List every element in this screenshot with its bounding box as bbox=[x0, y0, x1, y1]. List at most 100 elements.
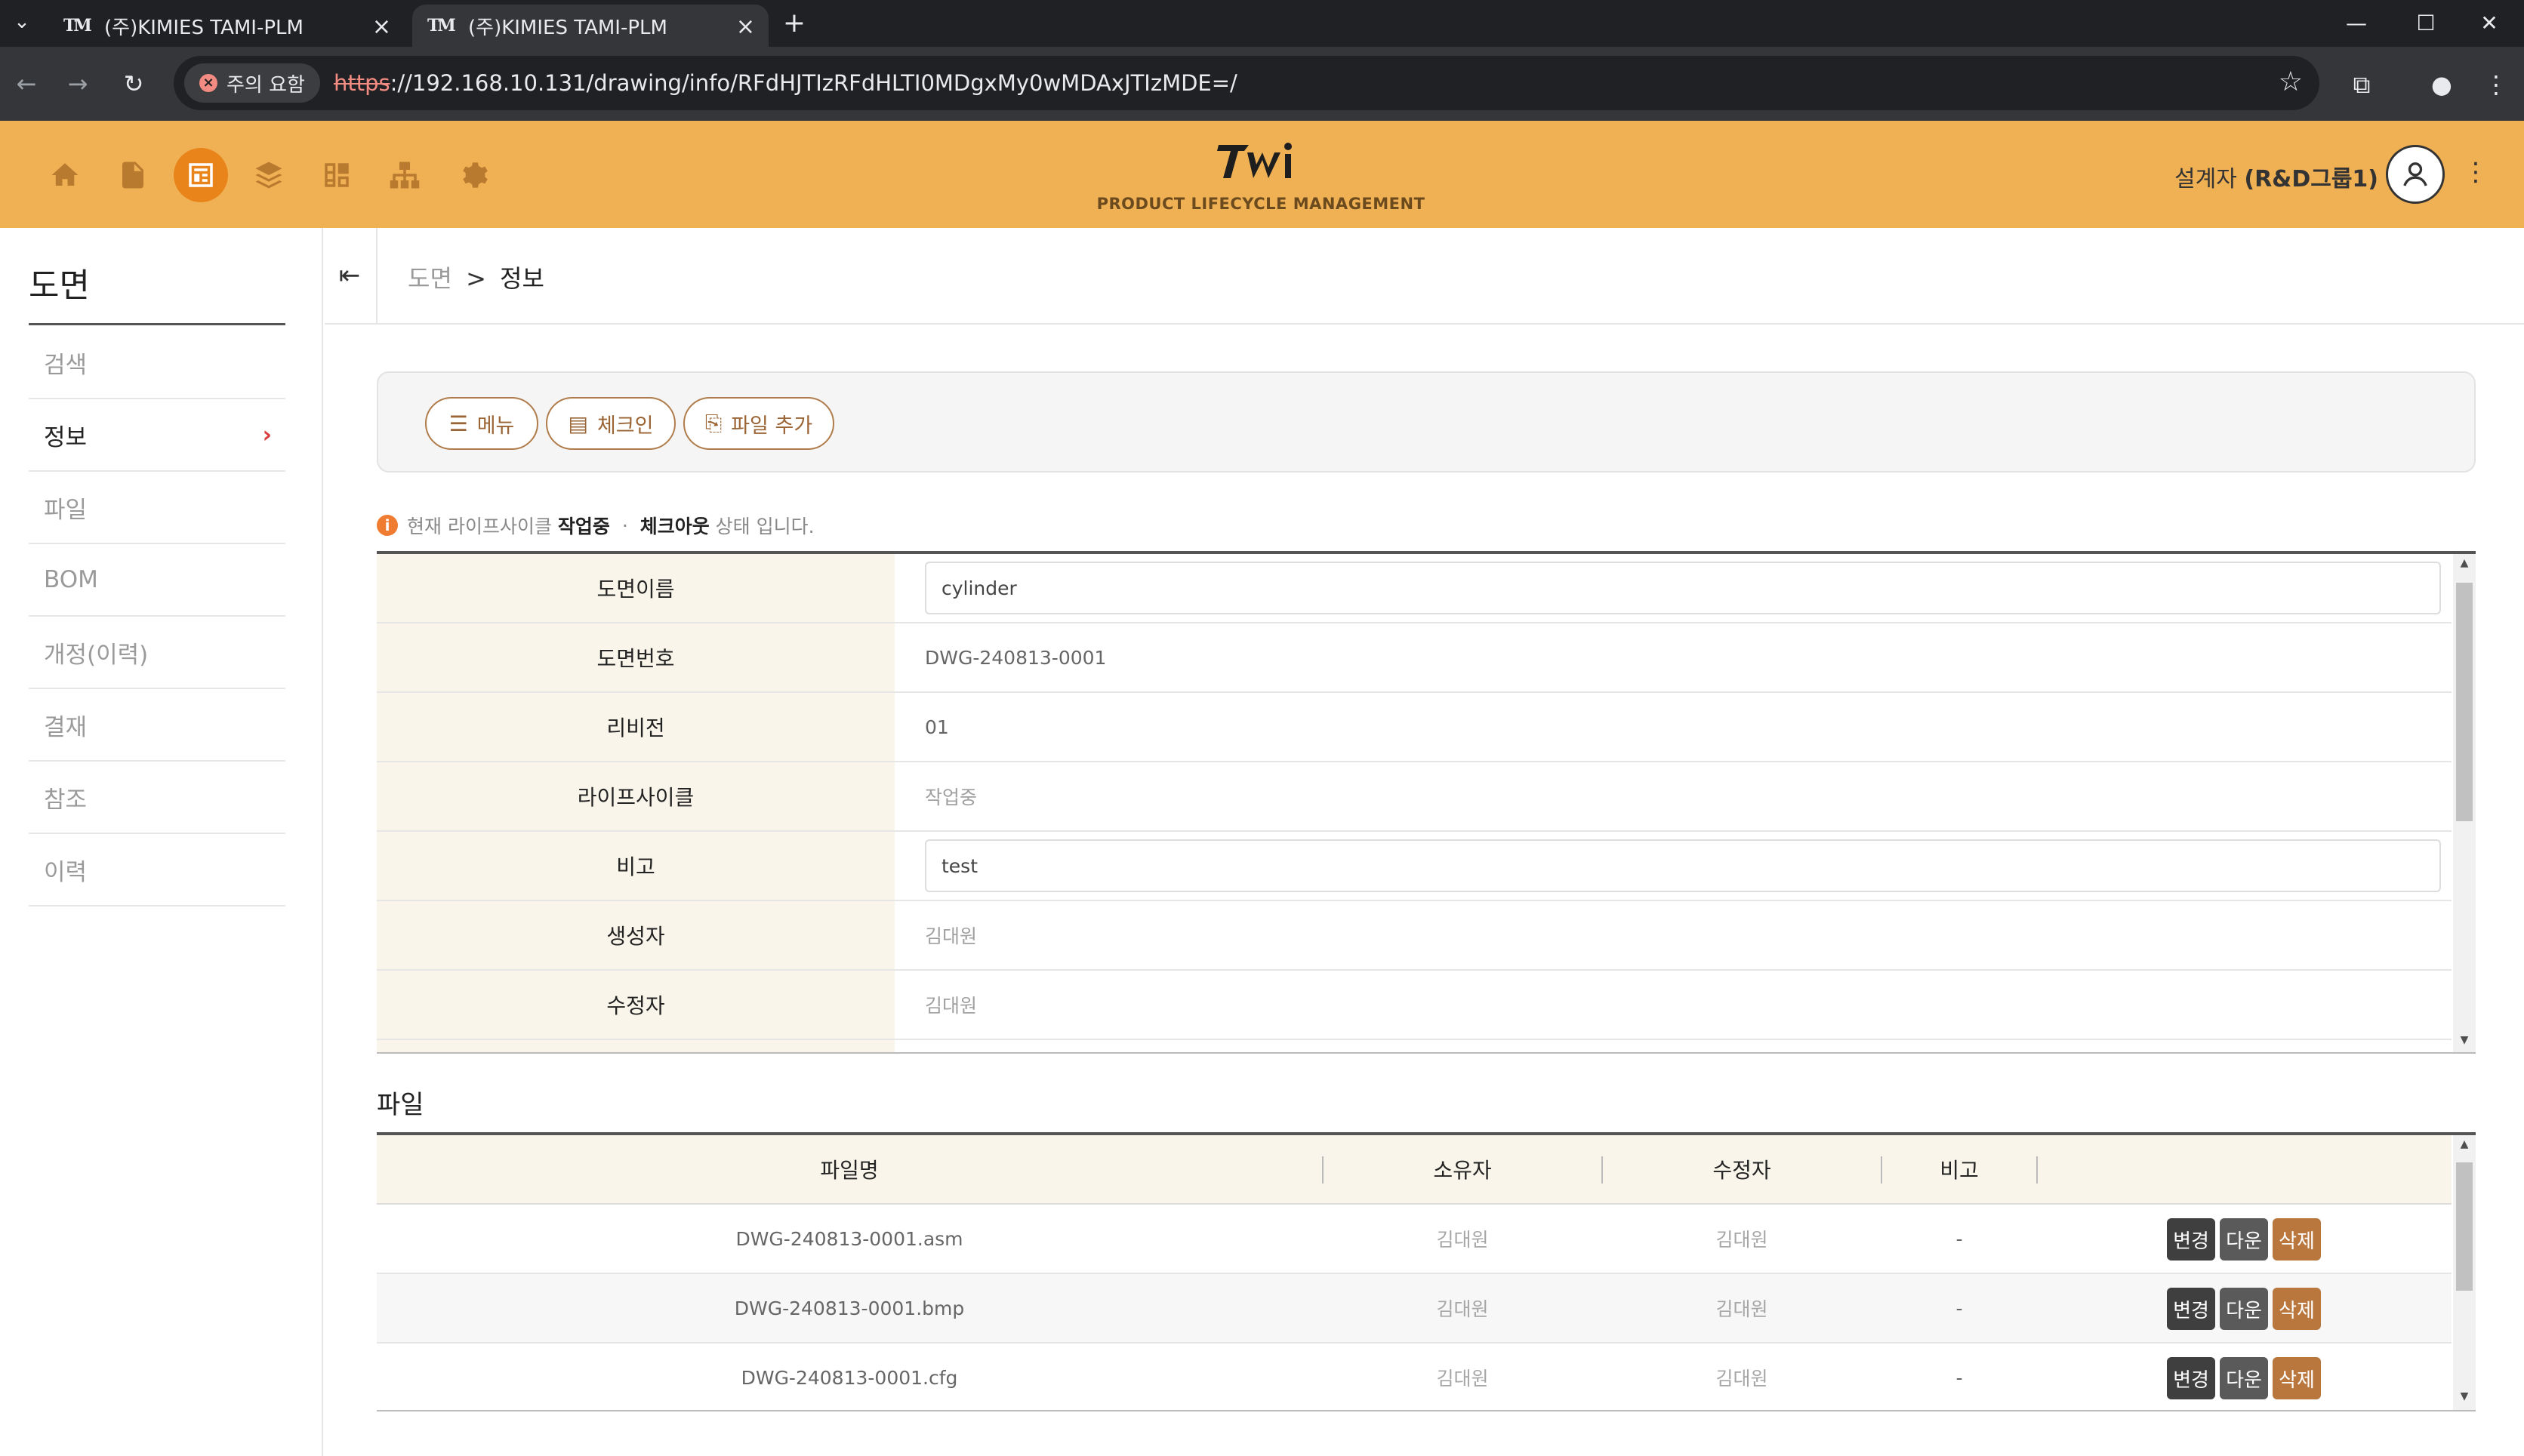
menu-button[interactable]: ☰ 메뉴 bbox=[425, 397, 538, 450]
file-owner: 김대원 bbox=[1436, 1368, 1489, 1390]
table-row: DWG-240813-0001.asm 김대원 김대원 - 변경 다운 삭제 bbox=[377, 1205, 2452, 1274]
change-button[interactable]: 변경 bbox=[2167, 1288, 2215, 1330]
table-header: 파일명 소유자 수정자 비고 bbox=[377, 1135, 2452, 1205]
form-label: 라이프사이클 bbox=[377, 762, 895, 830]
action-panel: ☰ 메뉴 ▤ 체크인 ⎘ 파일 추가 bbox=[377, 371, 2476, 473]
tami-logo[interactable] bbox=[1216, 139, 1306, 184]
user-group: (R&D그룹1) bbox=[2244, 166, 2379, 192]
file-modifier: 김대원 bbox=[1715, 1229, 1768, 1251]
sidebar-toggle-icon[interactable]: ⇤ bbox=[323, 228, 378, 323]
profile-icon[interactable]: ● bbox=[2422, 65, 2461, 104]
menu-button-label: 메뉴 bbox=[476, 414, 515, 438]
sidebar-item-files[interactable]: 파일 bbox=[29, 472, 285, 544]
notice-state-working: 작업중 bbox=[557, 516, 610, 537]
new-tab-icon[interactable]: + bbox=[778, 6, 811, 39]
column-header-owner: 소유자 bbox=[1433, 1158, 1492, 1183]
warning-icon: × bbox=[199, 74, 217, 92]
file-name[interactable]: DWG-240813-0001.asm bbox=[377, 1205, 1322, 1273]
drawing-name-input[interactable]: cylinder bbox=[925, 562, 2441, 614]
close-window-icon[interactable]: ✕ bbox=[2455, 0, 2524, 45]
sidebar: 도면 검색 정보 › 파일 BOM 개정(이력) 결재 참조 이력 bbox=[0, 228, 323, 1456]
files-scrollbar[interactable]: ▲ ▼ bbox=[2453, 1135, 2476, 1410]
form-label: 도면이름 bbox=[377, 554, 895, 622]
delete-button[interactable]: 삭제 bbox=[2273, 1288, 2321, 1330]
file-name[interactable]: DWG-240813-0001.cfg bbox=[377, 1344, 1322, 1410]
sidebar-item-label: 개정(이력) bbox=[44, 641, 149, 669]
layers-icon[interactable] bbox=[242, 148, 296, 202]
scroll-down-icon[interactable]: ▼ bbox=[2453, 1034, 2476, 1046]
tab-close-icon[interactable]: × bbox=[372, 14, 391, 40]
sidebar-item-history[interactable]: 이력 bbox=[29, 834, 285, 907]
file-note: - bbox=[1955, 1366, 1963, 1389]
download-button[interactable]: 다운 bbox=[2220, 1357, 2268, 1399]
add-file-icon: ⎘ bbox=[704, 411, 723, 436]
tab-search-chevron-icon[interactable]: ⌄ bbox=[3, 3, 41, 41]
tab-favicon-icon: TM bbox=[63, 16, 92, 35]
change-button[interactable]: 변경 bbox=[2167, 1357, 2215, 1399]
form-label bbox=[377, 1040, 895, 1052]
sidebar-item-bom[interactable]: BOM bbox=[29, 544, 285, 617]
forward-icon[interactable]: → bbox=[59, 65, 97, 103]
security-warning-chip[interactable]: × 주의 요함 bbox=[184, 63, 320, 103]
change-button[interactable]: 변경 bbox=[2167, 1218, 2215, 1261]
download-button[interactable]: 다운 bbox=[2220, 1218, 2268, 1261]
sidebar-item-revision[interactable]: 개정(이력) bbox=[29, 617, 285, 689]
scroll-up-icon[interactable]: ▲ bbox=[2453, 1138, 2476, 1150]
settings-icon[interactable] bbox=[445, 148, 500, 202]
delete-button[interactable]: 삭제 bbox=[2273, 1218, 2321, 1261]
drawing-info-form: 도면이름 cylinder 도면번호 DWG-240813-0001 리비전 0… bbox=[377, 551, 2476, 1054]
column-divider bbox=[2036, 1156, 2038, 1184]
modifier-value: 김대원 bbox=[925, 995, 978, 1017]
column-header-modifier: 수정자 bbox=[1712, 1158, 1771, 1183]
tab-close-icon[interactable]: × bbox=[736, 14, 755, 40]
browser-tab-bar: ⌄ TM (주)KIMIES TAMI-PLM × TM (주)KIMIES T… bbox=[0, 0, 2524, 47]
tab-favicon-icon: TM bbox=[427, 16, 456, 35]
sidebar-item-search[interactable]: 검색 bbox=[29, 327, 285, 399]
back-icon[interactable]: ← bbox=[8, 65, 45, 103]
breadcrumb-parent[interactable]: 도면 bbox=[408, 264, 452, 293]
components-icon[interactable] bbox=[310, 148, 364, 202]
user-avatar-icon[interactable] bbox=[2386, 145, 2445, 204]
extensions-icon[interactable]: ⧉ bbox=[2342, 65, 2381, 104]
sidebar-item-reference[interactable]: 참조 bbox=[29, 762, 285, 834]
minimize-icon[interactable]: — bbox=[2322, 0, 2391, 45]
user-info: 설계자 (R&D그룹1) bbox=[2174, 160, 2378, 193]
form-scrollbar[interactable]: ▲ ▼ bbox=[2453, 554, 2476, 1052]
file-owner: 김대원 bbox=[1436, 1298, 1489, 1320]
bookmark-star-icon[interactable]: ☆ bbox=[2279, 66, 2303, 97]
sidebar-item-label: 참조 bbox=[44, 786, 88, 814]
url-text[interactable]: https://192.168.10.131/drawing/info/RFdH… bbox=[334, 70, 1237, 96]
sidebar-divider bbox=[29, 323, 285, 325]
checkin-button[interactable]: ▤ 체크인 bbox=[546, 397, 676, 450]
delete-button[interactable]: 삭제 bbox=[2273, 1357, 2321, 1399]
browser-tab[interactable]: TM (주)KIMIES TAMI-PLM × bbox=[48, 5, 405, 47]
scroll-thumb[interactable] bbox=[2456, 1162, 2473, 1291]
reload-icon[interactable]: ↻ bbox=[115, 65, 153, 103]
remarks-input[interactable]: test bbox=[925, 839, 2441, 892]
sidebar-item-approval[interactable]: 결재 bbox=[29, 689, 285, 762]
file-name[interactable]: DWG-240813-0001.bmp bbox=[377, 1274, 1322, 1342]
browser-menu-icon[interactable]: ⋮ bbox=[2476, 65, 2516, 104]
sidebar-title: 도면 bbox=[29, 266, 90, 305]
document-icon[interactable] bbox=[106, 148, 160, 202]
file-modifier: 김대원 bbox=[1715, 1298, 1768, 1320]
browser-tab-active[interactable]: TM (주)KIMIES TAMI-PLM × bbox=[412, 5, 769, 47]
form-row: 생성자 김대원 bbox=[377, 901, 2452, 971]
scroll-down-icon[interactable]: ▼ bbox=[2453, 1390, 2476, 1402]
add-file-button[interactable]: ⎘ 파일 추가 bbox=[683, 397, 834, 450]
maximize-icon[interactable]: ☐ bbox=[2391, 0, 2461, 45]
scroll-up-icon[interactable]: ▲ bbox=[2453, 557, 2476, 569]
download-button[interactable]: 다운 bbox=[2220, 1288, 2268, 1330]
files-table: 파일명 소유자 수정자 비고 DWG-240813-0001.asm 김대원 김… bbox=[377, 1132, 2476, 1411]
address-bar[interactable]: × 주의 요함 https://192.168.10.131/drawing/i… bbox=[174, 56, 2319, 110]
app-menu-icon[interactable]: ⋮ bbox=[2463, 157, 2489, 187]
sidebar-item-label: 파일 bbox=[44, 496, 88, 524]
org-chart-icon[interactable] bbox=[378, 148, 432, 202]
form-row: 도면이름 cylinder bbox=[377, 554, 2452, 623]
home-icon[interactable] bbox=[38, 148, 92, 202]
sidebar-item-info[interactable]: 정보 › bbox=[29, 399, 285, 472]
lifecycle-value: 작업중 bbox=[925, 786, 978, 808]
drawing-icon[interactable] bbox=[174, 148, 228, 202]
form-row-partial bbox=[377, 1040, 2452, 1052]
scroll-thumb[interactable] bbox=[2456, 583, 2473, 821]
